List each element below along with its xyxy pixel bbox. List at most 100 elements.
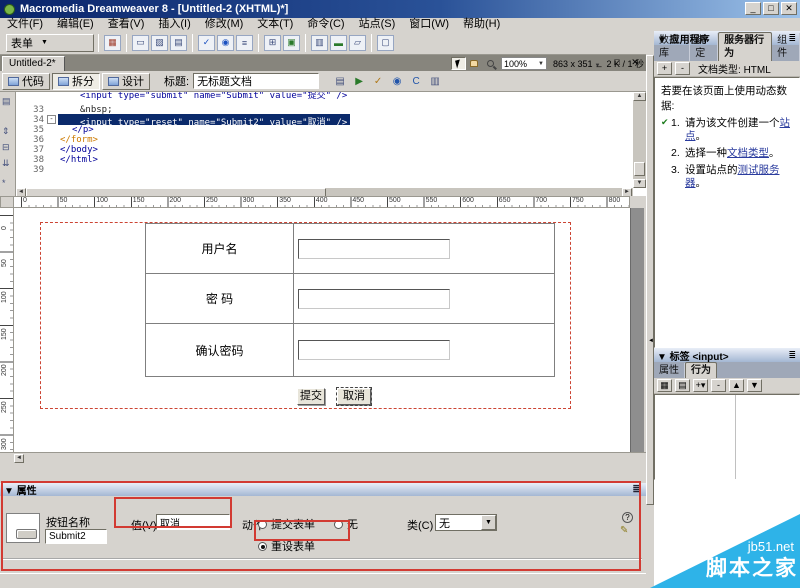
view-options-icon[interactable]: ▥ — [427, 74, 443, 89]
jump-menu-icon[interactable]: ⊞ — [264, 35, 281, 51]
menu-item-2[interactable]: 查看(V) — [101, 18, 152, 31]
collapse-minus-icon[interactable]: - — [47, 115, 56, 124]
tab-数据库[interactable]: 数据库 — [654, 33, 690, 61]
properties-panel-header[interactable]: ▼ 属性 ≣ — [0, 483, 646, 496]
menu-item-0[interactable]: 文件(F) — [0, 18, 50, 31]
text-input-design[interactable] — [298, 340, 450, 360]
zoom-level-dropdown[interactable]: 100% ▼ — [501, 57, 547, 70]
zoom-tool-button[interactable] — [483, 57, 498, 70]
cancel-button-design[interactable]: 取消 — [337, 388, 371, 405]
code-line[interactable]: </html> — [60, 155, 98, 165]
design-scroll-left-icon[interactable]: ◄ — [14, 454, 24, 463]
code-scroll-thumb[interactable] — [634, 162, 645, 176]
label-icon[interactable]: ▱ — [349, 35, 366, 51]
design-vertical-scrollbar[interactable] — [630, 208, 644, 452]
refresh-icon[interactable]: C — [408, 74, 424, 89]
show-set-events-icon[interactable]: ▦ — [657, 379, 672, 392]
maximize-button[interactable]: □ — [763, 2, 779, 15]
collapse-selection-icon[interactable]: ⊟ — [2, 142, 10, 153]
form-icon[interactable]: ▦ — [104, 35, 121, 51]
view-button-1[interactable]: 拆分 — [52, 73, 100, 90]
view-button-2[interactable]: 设计 — [102, 73, 150, 90]
move-up-button[interactable]: ▲ — [729, 379, 744, 392]
text-input-design[interactable] — [298, 239, 450, 259]
panel-menu-icon[interactable]: ≣ — [788, 350, 796, 361]
add-behavior-button[interactable]: + — [657, 62, 672, 75]
list-menu-icon[interactable]: ≡ — [236, 35, 253, 51]
remove-behavior-button[interactable]: - — [711, 379, 726, 392]
quick-tag-edit-icon[interactable]: ✎ — [620, 525, 628, 536]
dock-collapse-strip[interactable]: ◄ — [646, 55, 654, 505]
tab-属性[interactable]: 属性 — [654, 363, 685, 378]
code-horizontal-scrollbar[interactable]: ◄ ► — [16, 188, 633, 196]
button-icon[interactable]: ▬ — [330, 35, 347, 51]
submit-button-design[interactable]: 提交 — [297, 388, 325, 405]
code-hscroll-thumb[interactable] — [26, 188, 326, 196]
class-dropdown[interactable]: 无 ▼ — [435, 514, 497, 531]
hand-tool-button[interactable] — [467, 57, 482, 70]
menu-item-6[interactable]: 命令(C) — [300, 18, 351, 31]
text-input-design[interactable] — [298, 289, 450, 309]
expand-all-icon[interactable]: ⇊ — [2, 158, 10, 169]
scroll-up-icon[interactable]: ▲ — [633, 92, 646, 101]
file-field-icon[interactable]: ▥ — [311, 35, 328, 51]
tab-绑定[interactable]: 绑定 — [690, 33, 718, 61]
menu-item-3[interactable]: 插入(I) — [151, 18, 197, 31]
action-none-radio[interactable]: 无 — [334, 516, 358, 532]
collapse-full-tag-icon[interactable]: ⇕ — [2, 126, 10, 137]
tag-panel-header[interactable]: ▼ 标签 <input> ≣ — [654, 348, 800, 362]
design-view[interactable]: 用户名密 码确认密码 提交 取消 — [14, 208, 630, 452]
menu-item-4[interactable]: 修改(M) — [198, 18, 251, 31]
panel-menu-icon[interactable]: ≣ — [632, 484, 640, 495]
text-field-icon[interactable]: ▭ — [132, 35, 149, 51]
menu-item-1[interactable]: 编辑(E) — [50, 18, 101, 31]
scroll-left-icon[interactable]: ◄ — [16, 188, 26, 196]
radio-button-icon[interactable]: ◉ — [217, 35, 234, 51]
fieldset-icon[interactable]: ▢ — [377, 35, 394, 51]
hidden-field-icon[interactable]: ▨ — [151, 35, 168, 51]
code-vertical-scrollbar[interactable]: ▲ ▼ — [633, 92, 646, 188]
menu-item-7[interactable]: 站点(S) — [352, 18, 403, 31]
view-button-0[interactable]: 代码 — [2, 73, 50, 90]
chevron-down-icon[interactable]: ▼ — [481, 515, 496, 530]
document-title-input[interactable] — [193, 73, 319, 89]
validate-markup-icon[interactable]: ✓ — [370, 74, 386, 89]
remove-behavior-button[interactable]: - — [675, 62, 690, 75]
tab-服务器行为[interactable]: 服务器行为 — [718, 32, 772, 61]
code-line[interactable]: </form> — [60, 135, 98, 145]
tab-行为[interactable]: 行为 — [685, 362, 717, 378]
help-icon[interactable]: ? — [622, 512, 633, 523]
reference-icon[interactable]: * — [2, 178, 6, 188]
open-documents-icon[interactable]: ▤ — [2, 96, 11, 107]
tab-组件[interactable]: 组件 — [772, 33, 800, 61]
close-button[interactable]: ✕ — [781, 2, 797, 15]
pointer-tool-button[interactable] — [451, 57, 466, 70]
document-tab[interactable]: Untitled-2* — [2, 56, 65, 71]
value-input[interactable] — [156, 514, 230, 530]
design-horizontal-scrollbar[interactable]: ◄ — [0, 452, 646, 462]
button-name-input[interactable] — [45, 529, 107, 544]
step-link[interactable]: 文档类型 — [727, 147, 769, 159]
menu-item-8[interactable]: 窗口(W) — [402, 18, 456, 31]
move-down-button[interactable]: ▼ — [747, 379, 762, 392]
menu-item-5[interactable]: 文本(T) — [250, 18, 300, 31]
minimize-button[interactable]: _ — [745, 2, 761, 15]
browser-check-icon[interactable]: ◉ — [389, 74, 405, 89]
image-field-icon[interactable]: ▣ — [283, 35, 300, 51]
show-all-events-icon[interactable]: ▤ — [675, 379, 690, 392]
checkbox-icon[interactable]: ✓ — [198, 35, 215, 51]
action-submit-radio[interactable]: 提交表单 — [258, 516, 315, 532]
window-size-dropdown[interactable]: 863 x 351▼ — [553, 59, 601, 69]
scroll-right-icon[interactable]: ► — [622, 188, 632, 196]
code-view[interactable]: ▤⇕⊟⇊* <input type="submit" name="Submit"… — [0, 91, 646, 196]
action-reset-radio[interactable]: 重设表单 — [258, 538, 315, 554]
insert-category-dropdown[interactable]: 表单 ▼ — [6, 34, 94, 52]
preview-icon[interactable]: ▶ — [351, 74, 367, 89]
code-line[interactable]: <input type="reset" name="Submit2" value… — [80, 115, 347, 128]
scroll-down-icon[interactable]: ▼ — [633, 179, 646, 188]
code-line[interactable]: </body> — [60, 145, 98, 155]
add-behavior-button[interactable]: +▾ — [693, 379, 708, 392]
menu-item-9[interactable]: 帮助(H) — [456, 18, 507, 31]
file-management-icon[interactable]: ▤ — [332, 74, 348, 89]
textarea-icon[interactable]: ▤ — [170, 35, 187, 51]
